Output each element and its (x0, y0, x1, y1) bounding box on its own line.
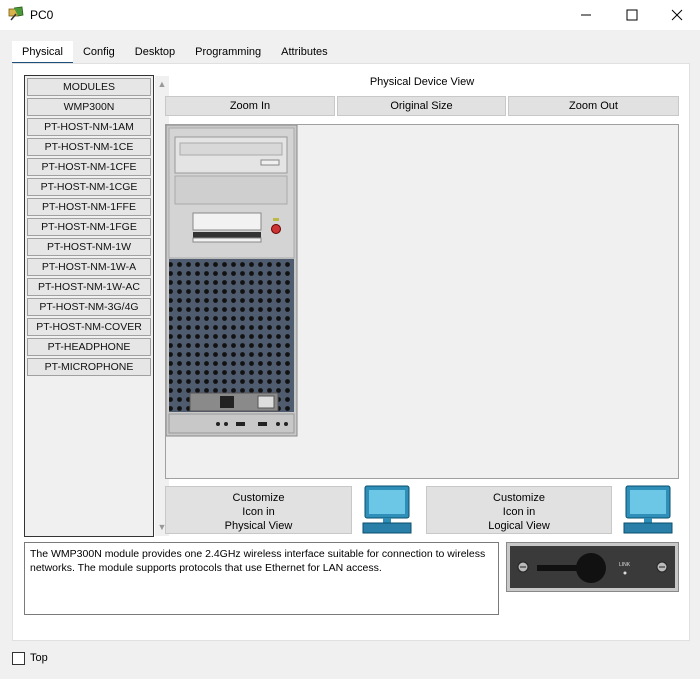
module-image: LINK (506, 542, 679, 592)
list-item[interactable]: PT-HOST-NM-1W-AC (27, 278, 151, 296)
top-label: Top (30, 652, 48, 664)
physical-panel: MODULES WMP300N PT-HOST-NM-1AM PT-HOST-N… (12, 63, 690, 641)
list-item[interactable]: PT-HOST-NM-1W (27, 238, 151, 256)
top-checkbox[interactable] (12, 652, 25, 665)
tab-bar: Physical Config Desktop Programming Attr… (12, 41, 338, 64)
button-line: Icon in (242, 506, 275, 518)
maximize-icon (626, 9, 638, 21)
customize-logical-icon-button[interactable]: Customize Icon in Logical View (426, 486, 612, 534)
physical-device-view-label: Physical Device View (369, 76, 475, 88)
button-line: Logical View (488, 520, 550, 532)
zoom-out-button[interactable]: Zoom Out (508, 96, 679, 116)
button-line: Customize (493, 492, 545, 504)
list-item[interactable]: PT-HOST-NM-1FGE (27, 218, 151, 236)
minimize-button[interactable] (563, 0, 609, 30)
physical-device-view[interactable] (165, 124, 679, 479)
list-item[interactable]: PT-HOST-NM-1CFE (27, 158, 151, 176)
window-title: PC0 (30, 8, 54, 22)
modules-list: MODULES WMP300N PT-HOST-NM-1AM PT-HOST-N… (24, 75, 154, 537)
button-line: Physical View (224, 520, 293, 532)
list-item[interactable]: PT-HEADPHONE (27, 338, 151, 356)
maximize-button[interactable] (609, 0, 655, 30)
tab-programming[interactable]: Programming (185, 41, 271, 64)
list-item[interactable]: PT-HOST-NM-1AM (27, 118, 151, 136)
original-size-button[interactable]: Original Size (337, 96, 506, 116)
monitor-icon (623, 485, 673, 534)
list-item[interactable]: PT-HOST-NM-1FFE (27, 198, 151, 216)
zoom-in-button[interactable]: Zoom In (165, 96, 335, 116)
list-item[interactable]: PT-HOST-NM-1CE (27, 138, 151, 156)
list-item[interactable]: MODULES (27, 78, 151, 96)
customize-physical-icon-button[interactable]: Customize Icon in Physical View (165, 486, 352, 534)
close-icon (671, 9, 683, 21)
module-description: The WMP300N module provides one 2.4GHz w… (24, 542, 499, 615)
packet-tracer-icon (8, 6, 24, 21)
tab-desktop[interactable]: Desktop (125, 41, 185, 64)
monitor-icon (362, 485, 412, 534)
link-label: LINK (619, 562, 631, 568)
pc-tower-image (166, 125, 298, 437)
title-bar: PC0 (0, 0, 700, 30)
list-item[interactable]: PT-HOST-NM-3G/4G (27, 298, 151, 316)
button-line: Icon in (502, 506, 536, 518)
list-item[interactable]: WMP300N (27, 98, 151, 116)
tab-config[interactable]: Config (73, 41, 125, 64)
minimize-icon (581, 14, 591, 16)
list-item[interactable]: PT-HOST-NM-1W-A (27, 258, 151, 276)
list-item[interactable]: PT-HOST-NM-COVER (27, 318, 151, 336)
list-item[interactable]: PT-HOST-NM-1CGE (27, 178, 151, 196)
close-button[interactable] (654, 0, 700, 30)
button-line: Customize (232, 492, 285, 504)
tab-physical[interactable]: Physical (12, 41, 73, 64)
tab-attributes[interactable]: Attributes (271, 41, 337, 64)
list-item[interactable]: PT-MICROPHONE (27, 358, 151, 376)
